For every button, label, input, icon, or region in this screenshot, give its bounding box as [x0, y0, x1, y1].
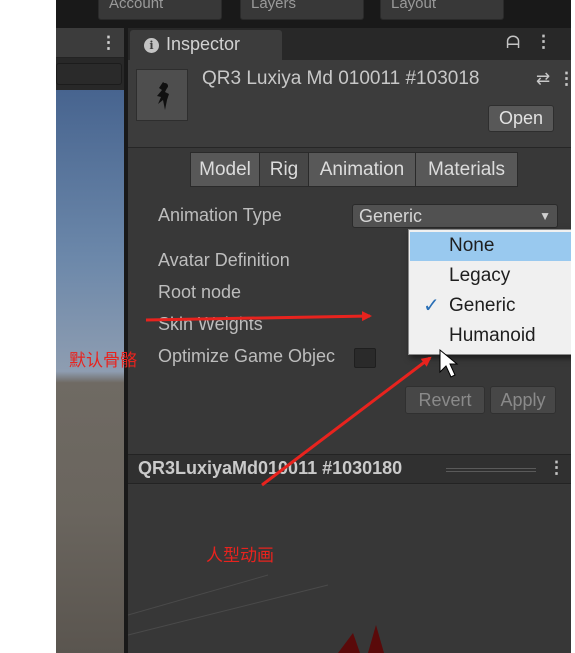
annotation-overlay	[145, 311, 459, 487]
arrow-to-humanoid	[261, 356, 432, 487]
mouse-cursor-icon	[439, 348, 459, 378]
annotation-humanoid-animation: 人型动画	[206, 546, 274, 566]
arrow-to-generic	[145, 311, 372, 322]
annotation-default-skeleton: 默认骨骼	[69, 351, 137, 371]
